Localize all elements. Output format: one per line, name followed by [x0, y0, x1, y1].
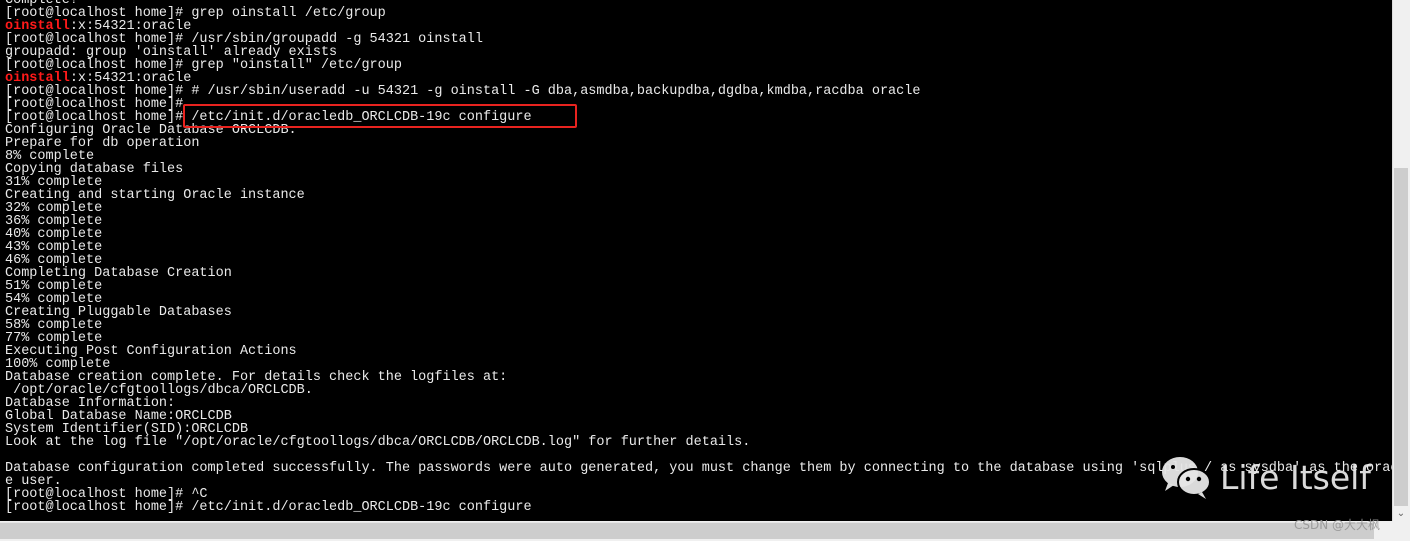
csdn-watermark: CSDN @大大枫: [1294, 518, 1381, 532]
terminal-line: 8% complete: [5, 150, 1392, 164]
terminal-line: [root@localhost home]# # /usr/sbin/usera…: [5, 85, 1392, 99]
terminal-line: 40% complete: [5, 228, 1392, 242]
terminal-line: 36% complete: [5, 215, 1392, 229]
terminal-line: Creating and starting Oracle instance: [5, 189, 1392, 203]
scroll-down-arrow-icon[interactable]: ⌄: [1393, 506, 1409, 521]
terminal-line: [root@localhost home]# grep "oinstall" /…: [5, 59, 1392, 73]
terminal-line: [root@localhost home]# grep oinstall /et…: [5, 7, 1392, 21]
vertical-scrollbar[interactable]: ⌄: [1392, 0, 1409, 521]
terminal-line: 32% complete: [5, 202, 1392, 216]
terminal-line: Look at the log file "/opt/oracle/cfgtoo…: [5, 435, 1392, 450]
terminal-line: Creating Pluggable Databases: [5, 306, 1392, 320]
terminal-window[interactable]: Complete! [root@localhost home]# grep oin…: [0, 0, 1392, 521]
highlight-box: [183, 104, 577, 128]
terminal-line: 58% complete: [5, 319, 1392, 333]
line-text: [root@localhost home]# /etc/init.d/oracl…: [5, 500, 532, 515]
scrollbar-thumb[interactable]: [1394, 168, 1408, 506]
terminal-line: Copying database files: [5, 163, 1392, 177]
terminal-line: 43% complete: [5, 241, 1392, 255]
wechat-icon: [1162, 457, 1211, 499]
terminal-line: Prepare for db operation: [5, 137, 1392, 151]
watermark: Life Itself: [1160, 455, 1371, 499]
terminal-line: Executing Post Configuration Actions: [5, 345, 1392, 359]
terminal-line: Completing Database Creation: [5, 267, 1392, 281]
terminal-line: [root@localhost home]# /etc/init.d/oracl…: [5, 500, 1392, 515]
watermark-text: Life Itself: [1220, 457, 1371, 497]
terminal-line: 51% complete: [5, 280, 1392, 294]
horizontal-scrollbar[interactable]: [0, 522, 1374, 539]
line-text: Look at the log file "/opt/oracle/cfgtoo…: [5, 435, 751, 450]
terminal-line: /opt/oracle/cfgtoollogs/dbca/ORCLCDB.: [5, 384, 1392, 398]
terminal-output: Complete! [root@localhost home]# grep oin…: [5, 0, 1392, 514]
